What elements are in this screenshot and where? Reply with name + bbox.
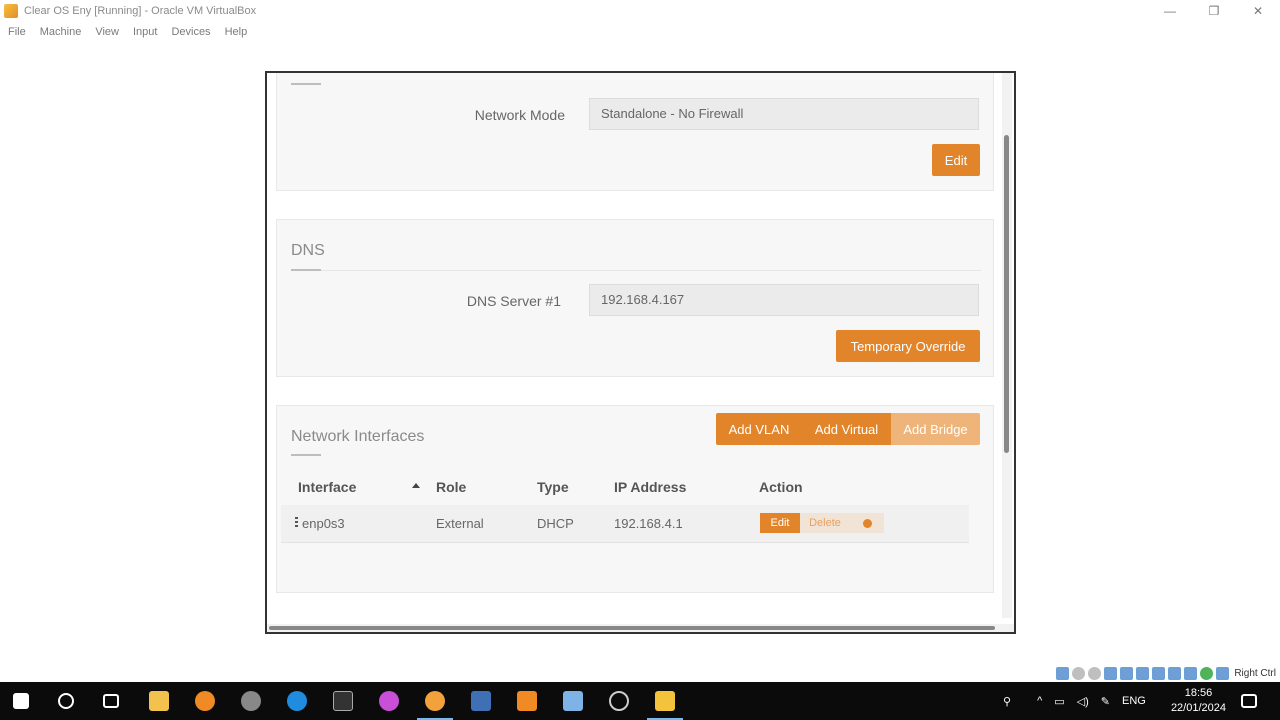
windows-taskbar: ⚲ ^ ▭ ◁) ✎ ENG 18:56 22/01/2024: [0, 682, 1280, 720]
mouse-integration-icon[interactable]: [1200, 666, 1214, 680]
column-header-role[interactable]: Role: [436, 479, 466, 495]
windows-start-icon[interactable]: [13, 693, 29, 709]
virtualbox-taskbar-icon[interactable]: [655, 691, 675, 711]
menu-devices[interactable]: Devices: [171, 26, 210, 38]
terminal-icon[interactable]: [333, 691, 353, 711]
row-delete-button[interactable]: Delete: [800, 513, 850, 533]
network-mode-field: Standalone - No Firewall: [589, 98, 979, 130]
keyboard-icon[interactable]: [1216, 666, 1230, 680]
column-header-interface[interactable]: Interface: [298, 479, 356, 495]
menu-help[interactable]: Help: [225, 26, 248, 38]
column-header-action: Action: [759, 479, 803, 495]
battery-icon[interactable]: ▭: [1054, 695, 1064, 708]
hard-disk-icon[interactable]: [1056, 666, 1070, 680]
panel-title-underline: [291, 454, 321, 456]
virtualbox-app-icon: [4, 4, 18, 18]
paint-icon[interactable]: [379, 691, 399, 711]
close-button[interactable]: ✕: [1236, 0, 1280, 22]
pen-icon[interactable]: ✎: [1101, 695, 1110, 708]
optical-drive-icon[interactable]: [1072, 666, 1086, 680]
vbox-titlebar: Clear OS Eny [Running] - Oracle VM Virtu…: [0, 0, 1280, 22]
network-interfaces-panel: Network Interfaces Add VLAN Add Virtual …: [276, 405, 994, 593]
sublime-icon[interactable]: [517, 691, 537, 711]
taskbar-clock[interactable]: 18:56 22/01/2024: [1171, 686, 1226, 716]
chrome-icon[interactable]: [425, 691, 445, 711]
network-mode-panel: Network Mode Standalone - No Firewall Ed…: [276, 73, 994, 191]
3d-viewer-icon[interactable]: [563, 691, 583, 711]
horizontal-scrollbar[interactable]: [267, 624, 1014, 632]
row-info-button[interactable]: [850, 513, 884, 533]
panel-title-underline: [291, 269, 321, 271]
add-bridge-button[interactable]: Add Bridge: [891, 413, 980, 445]
obs-studio-icon[interactable]: [609, 691, 629, 711]
vm-display[interactable]: Network Mode Standalone - No Firewall Ed…: [265, 71, 1016, 634]
tray-overflow-icon[interactable]: ^: [1037, 695, 1042, 707]
window-title: Clear OS Eny [Running] - Oracle VM Virtu…: [24, 5, 257, 17]
add-virtual-button[interactable]: Add Virtual: [802, 413, 891, 445]
menu-view[interactable]: View: [95, 26, 119, 38]
horizontal-scrollbar-thumb[interactable]: [269, 626, 995, 630]
recording-icon[interactable]: [1168, 666, 1182, 680]
clearos-page: Network Mode Standalone - No Firewall Ed…: [267, 73, 1014, 632]
cell-type: DHCP: [537, 516, 574, 531]
task-view-icon[interactable]: [103, 694, 119, 708]
vertical-scrollbar[interactable]: [1002, 73, 1012, 618]
interfaces-panel-title: Network Interfaces: [291, 428, 425, 445]
info-icon: [862, 518, 872, 528]
temporary-override-button[interactable]: Temporary Override: [836, 330, 980, 362]
add-vlan-button[interactable]: Add VLAN: [716, 413, 802, 445]
obs-icon[interactable]: [241, 691, 261, 711]
network-icon[interactable]: [1104, 666, 1118, 680]
vscode-icon[interactable]: [471, 691, 491, 711]
menu-file[interactable]: File: [8, 26, 26, 38]
column-header-ip-address[interactable]: IP Address: [614, 479, 686, 495]
search-icon[interactable]: [58, 693, 74, 709]
language-indicator[interactable]: ENG: [1122, 695, 1146, 707]
menu-input[interactable]: Input: [133, 26, 157, 38]
minimize-button[interactable]: —: [1148, 0, 1192, 22]
row-action-group: Edit Delete: [760, 513, 884, 533]
host-key-label: Right Ctrl: [1234, 667, 1276, 679]
network-mode-label: Network Mode: [474, 107, 565, 123]
vbox-status-bar: Right Ctrl: [1056, 664, 1280, 682]
shared-folders-icon[interactable]: [1136, 666, 1150, 680]
edge-icon[interactable]: [287, 691, 307, 711]
cpu-icon[interactable]: [1184, 666, 1198, 680]
dns-server-label: DNS Server #1: [466, 293, 561, 309]
people-icon[interactable]: ⚲: [1003, 695, 1011, 708]
column-header-type[interactable]: Type: [537, 479, 569, 495]
network-mode-edit-button[interactable]: Edit: [932, 144, 980, 176]
notification-icon[interactable]: [1241, 694, 1257, 708]
cell-ip-address: 192.168.4.1: [614, 516, 683, 531]
window-controls: — ❐ ✕: [1148, 0, 1280, 22]
panel-title-underline: [291, 83, 321, 85]
panel-divider: [291, 270, 981, 271]
file-explorer-icon[interactable]: [149, 691, 169, 711]
clock-date: 22/01/2024: [1170, 702, 1226, 714]
restore-button[interactable]: ❐: [1192, 0, 1236, 22]
dns-panel-title: DNS: [291, 242, 325, 259]
vertical-scrollbar-thumb[interactable]: [1004, 135, 1009, 453]
dns-panel: DNS DNS Server #1 192.168.4.167 Temporar…: [276, 219, 994, 377]
system-tray: ⚲ ^ ▭ ◁) ✎ ENG: [1003, 682, 1146, 720]
usb-icon[interactable]: [1120, 666, 1134, 680]
clock-time: 18:56: [1184, 687, 1213, 699]
row-edit-button[interactable]: Edit: [760, 513, 800, 533]
blender-icon[interactable]: [195, 691, 215, 711]
cell-role: External: [436, 516, 484, 531]
display-icon[interactable]: [1152, 666, 1166, 680]
dns-server-field: 192.168.4.167: [589, 284, 979, 316]
vbox-menubar: File Machine View Input Devices Help: [0, 22, 1280, 42]
cell-interface: enp0s3: [302, 516, 345, 531]
sort-ascending-icon[interactable]: [412, 483, 420, 488]
volume-icon[interactable]: ◁): [1077, 695, 1089, 708]
menu-machine[interactable]: Machine: [40, 26, 82, 38]
row-menu-icon[interactable]: [295, 517, 298, 529]
audio-icon[interactable]: [1088, 666, 1102, 680]
